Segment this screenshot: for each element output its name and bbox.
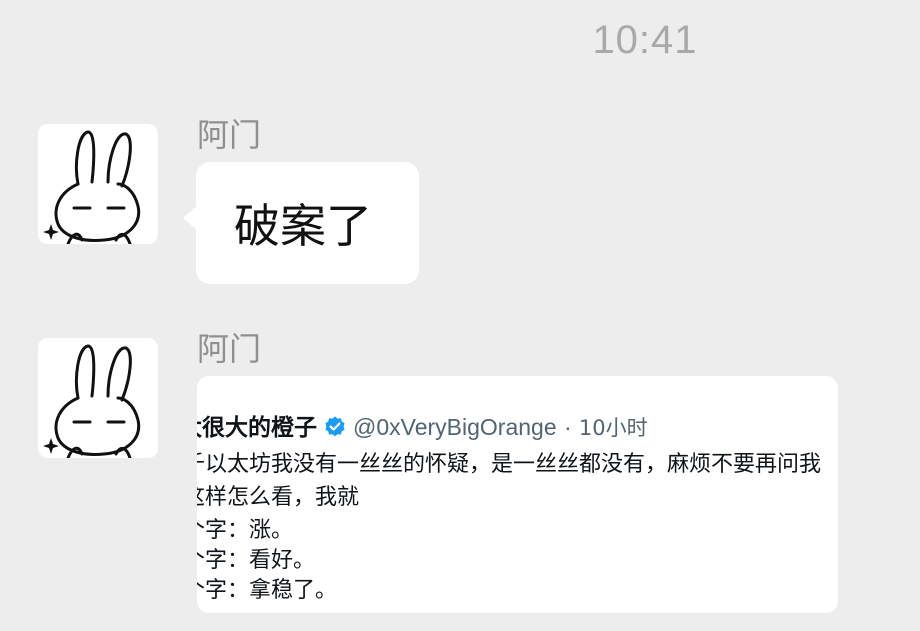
verified-badge-icon <box>325 416 345 437</box>
rabbit-avatar-icon <box>43 344 141 458</box>
bubble-tail <box>183 206 197 230</box>
sender-avatar[interactable] <box>38 124 158 244</box>
tweet-separator: · <box>563 414 572 440</box>
tweet-text-line: 个字：看好。 <box>197 548 316 573</box>
tweet-handle: @0xVeryBigOrange <box>353 414 557 440</box>
tweet-time: 10小时 <box>578 416 648 440</box>
message-bubble[interactable]: 破案了 <box>196 162 419 284</box>
rabbit-avatar-icon <box>43 130 141 244</box>
message-text: 破案了 <box>234 199 372 253</box>
tweet-author-name: 太很大的橙子 <box>197 415 317 441</box>
tweet-header: 太很大的橙子 @0xVeryBigOrange · 10小时 <box>197 408 648 442</box>
tweet-text-line: 千以太坊我没有一丝丝的怀疑，是一丝丝都没有，麻烦不要再问我 <box>197 452 822 477</box>
sender-avatar[interactable] <box>38 338 158 458</box>
tweet-text-line: 个字：拿稳了。 <box>197 578 338 603</box>
sender-name: 阿门 <box>197 330 262 368</box>
tweet-text-line: 个字：涨。 <box>197 518 294 543</box>
image-message[interactable]: 太很大的橙子 @0xVeryBigOrange · 10小时 千以太坊我没有一丝… <box>197 376 838 613</box>
message-timestamp: 10:41 <box>592 18 698 62</box>
sender-name: 阿门 <box>197 116 262 154</box>
tweet-text-line: 这样怎么看，我就 <box>197 485 360 510</box>
